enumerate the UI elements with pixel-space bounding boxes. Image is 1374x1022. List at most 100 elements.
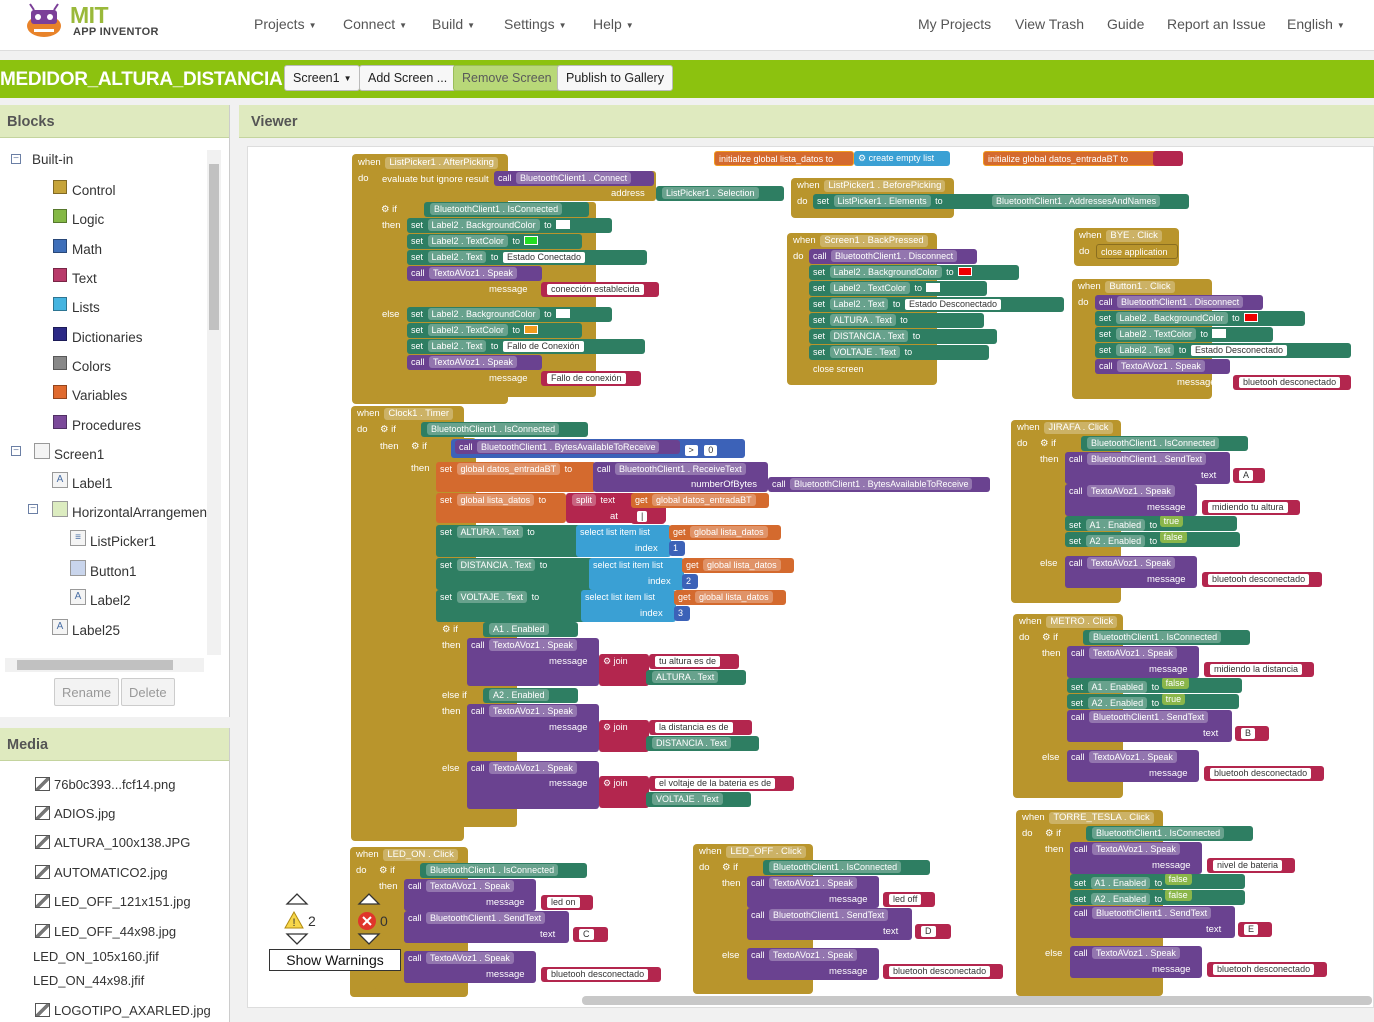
set-block[interactable]: set Label2 . Text to Estado Desconectado bbox=[809, 297, 1064, 312]
set-block[interactable]: set Label2 . BackgroundColor to bbox=[407, 218, 612, 233]
connect-menu[interactable]: Connect ▼ bbox=[343, 16, 407, 32]
join-block[interactable]: ⚙ join bbox=[599, 776, 649, 808]
distancia-text-block[interactable]: DISTANCIA . Text bbox=[646, 736, 759, 751]
join-block[interactable]: ⚙ join bbox=[599, 720, 649, 752]
text-block[interactable]: bluetooh desconectado bbox=[883, 964, 1003, 979]
screen-selector[interactable]: Screen1 ▼ bbox=[284, 65, 361, 91]
text-block[interactable]: bluetooh desconectado bbox=[1202, 572, 1322, 587]
category-logic[interactable]: Logic bbox=[72, 212, 104, 227]
altura-text-block[interactable]: ALTURA . Text bbox=[646, 670, 746, 685]
app-inventor-logo[interactable]: MIT APP INVENTOR bbox=[20, 0, 160, 46]
text-block[interactable]: B bbox=[1235, 726, 1269, 741]
set-block[interactable]: set A1 . Enabled to false bbox=[1070, 874, 1245, 889]
blocks-tree-horizontal-scrollbar[interactable] bbox=[5, 658, 204, 672]
text-block[interactable]: la distancia es de bbox=[649, 720, 752, 735]
text-block[interactable]: el voltaje de la bateria es de bbox=[649, 776, 794, 791]
category-dictionaries[interactable]: Dictionaries bbox=[72, 330, 143, 345]
projects-menu[interactable]: Projects ▼ bbox=[254, 16, 317, 32]
category-procedures[interactable]: Procedures bbox=[72, 418, 141, 433]
component-horizontal-arrangement[interactable]: HorizontalArrangemen bbox=[72, 505, 207, 520]
text-block[interactable]: D bbox=[915, 924, 951, 939]
join-block[interactable]: ⚙ join bbox=[599, 654, 649, 686]
text-block[interactable]: tu altura es de bbox=[649, 654, 739, 669]
category-colors[interactable]: Colors bbox=[72, 359, 111, 374]
text-block[interactable]: nivel de bateria bbox=[1207, 858, 1295, 873]
set-block[interactable]: set A2 . Enabled to true bbox=[1067, 694, 1239, 709]
listpicker-selection-block[interactable]: ListPicker1 . Selection bbox=[656, 186, 784, 201]
create-empty-list-block[interactable]: ⚙ create empty list bbox=[854, 151, 950, 166]
set-block[interactable]: set Label2 . TextColor to bbox=[407, 234, 582, 249]
bt-isconnected-block[interactable]: BluetoothClient1 . IsConnected bbox=[420, 863, 587, 878]
set-block[interactable]: set VOLTAJE . Text to bbox=[809, 345, 989, 360]
category-variables[interactable]: Variables bbox=[72, 388, 127, 403]
media-file[interactable]: AUTOMATICO2.jpg bbox=[35, 865, 168, 880]
media-file[interactable]: LED_OFF_121x151.jpg bbox=[35, 894, 191, 909]
compare-block[interactable]: call BluetoothClient1 . BytesAvailableTo… bbox=[451, 439, 745, 458]
number-block[interactable]: 1 bbox=[669, 541, 685, 556]
speak-block[interactable]: call TextoAVoz1 . Speak bbox=[1095, 359, 1230, 374]
text-block[interactable]: | bbox=[631, 509, 665, 524]
number-block[interactable]: 2 bbox=[682, 574, 698, 589]
add-screen-button[interactable]: Add Screen ... bbox=[359, 65, 457, 91]
language-menu[interactable]: English ▼ bbox=[1287, 16, 1345, 32]
rename-button[interactable]: Rename bbox=[54, 678, 120, 706]
bt-isconnected-block[interactable]: BluetoothClient1 . IsConnected bbox=[424, 202, 589, 217]
set-block[interactable]: set Label2 . TextColor to bbox=[1095, 327, 1273, 342]
remove-screen-button[interactable]: Remove Screen bbox=[453, 65, 561, 91]
set-block[interactable]: set ALTURA . Text to bbox=[436, 525, 581, 557]
category-control[interactable]: Control bbox=[72, 183, 116, 198]
set-block[interactable]: set A2 . Enabled to false bbox=[1065, 532, 1240, 547]
report-issue-link[interactable]: Report an Issue bbox=[1167, 16, 1266, 32]
set-block[interactable]: set Label2 . BackgroundColor to bbox=[809, 265, 1019, 280]
set-block[interactable]: set Label2 . Text to Estado Desconectado bbox=[1095, 343, 1351, 358]
empty-text-block[interactable] bbox=[1153, 151, 1183, 166]
media-file[interactable]: LOGOTIPO_AXARLED.jpg bbox=[35, 1003, 211, 1018]
tree-builtin[interactable]: Built-in bbox=[32, 152, 73, 167]
bt-isconnected-block[interactable]: BluetoothClient1 . IsConnected bbox=[1086, 826, 1253, 841]
addresses-block[interactable]: BluetoothClient1 . AddressesAndNames bbox=[986, 194, 1189, 209]
bt-disconnect-block[interactable]: call BluetoothClient1 . Disconnect bbox=[809, 249, 977, 264]
text-block[interactable]: conección establecida bbox=[541, 282, 659, 297]
text-block[interactable]: bluetooh desconectado bbox=[1233, 375, 1351, 390]
number-block[interactable]: 3 bbox=[674, 606, 690, 621]
bt-isconnected-block[interactable]: BluetoothClient1 . IsConnected bbox=[1083, 630, 1250, 645]
delete-button[interactable]: Delete bbox=[121, 678, 175, 706]
text-block[interactable]: C bbox=[573, 927, 608, 942]
a1-enabled-block[interactable]: A1 . Enabled bbox=[483, 622, 578, 637]
text-block[interactable]: A bbox=[1233, 468, 1265, 483]
set-block[interactable]: set VOLTAJE . Text to bbox=[436, 590, 586, 622]
guide-link[interactable]: Guide bbox=[1107, 16, 1144, 32]
help-menu[interactable]: Help ▼ bbox=[593, 16, 634, 32]
show-warnings-button[interactable]: Show Warnings bbox=[269, 949, 401, 971]
component-label1[interactable]: Label1 bbox=[72, 476, 113, 491]
set-block[interactable]: set A1 . Enabled to false bbox=[1067, 678, 1242, 693]
component-button1[interactable]: Button1 bbox=[90, 564, 137, 579]
publish-to-gallery-button[interactable]: Publish to Gallery bbox=[557, 65, 673, 91]
bt-isconnected-block[interactable]: BluetoothClient1 . IsConnected bbox=[1081, 436, 1248, 451]
text-block[interactable]: midiendo tu altura bbox=[1202, 500, 1300, 515]
speak-block[interactable]: call TextoAVoz1 . Speak bbox=[407, 355, 542, 370]
get-global-block[interactable]: get global lista_datos bbox=[669, 525, 781, 540]
media-file[interactable]: LED_ON_44x98.jfif bbox=[33, 973, 144, 988]
get-global-block[interactable]: get global lista_datos bbox=[682, 558, 794, 573]
media-file[interactable]: ALTURA_100x138.JPG bbox=[35, 835, 190, 850]
media-file[interactable]: LED_OFF_44x98.jpg bbox=[35, 924, 176, 939]
init-global-block[interactable]: initialize global datos_entradaBT to bbox=[983, 151, 1163, 166]
set-block[interactable]: set A2 . Enabled to false bbox=[1070, 890, 1245, 905]
set-global-block[interactable]: set global lista_datos to bbox=[436, 493, 566, 523]
blocks-workspace[interactable]: when ListPicker1 . AfterPicking do evalu… bbox=[247, 146, 1374, 1008]
blocks-tree-vertical-scrollbar[interactable] bbox=[207, 150, 221, 655]
set-block[interactable]: set ALTURA . Text to bbox=[809, 313, 984, 328]
settings-menu[interactable]: Settings ▼ bbox=[504, 16, 567, 32]
set-block[interactable]: set Label2 . Text to Estado Conectado bbox=[407, 250, 647, 265]
bt-isconnected-block[interactable]: BluetoothClient1 . IsConnected bbox=[421, 422, 588, 437]
error-down-arrow-icon[interactable] bbox=[357, 933, 381, 945]
collapse-screen1-toggle[interactable]: − bbox=[11, 446, 21, 456]
get-global-block[interactable]: get global lista_datos bbox=[674, 590, 786, 605]
bytes-available-block[interactable]: call BluetoothClient1 . BytesAvailableTo… bbox=[768, 477, 990, 492]
component-label2[interactable]: Label2 bbox=[90, 593, 131, 608]
set-block[interactable]: set ListPicker1 . Elements to bbox=[813, 194, 1003, 209]
text-block[interactable]: Fallo de conexión bbox=[541, 371, 641, 386]
collapse-builtin-toggle[interactable]: − bbox=[11, 154, 21, 164]
category-math[interactable]: Math bbox=[72, 242, 102, 257]
